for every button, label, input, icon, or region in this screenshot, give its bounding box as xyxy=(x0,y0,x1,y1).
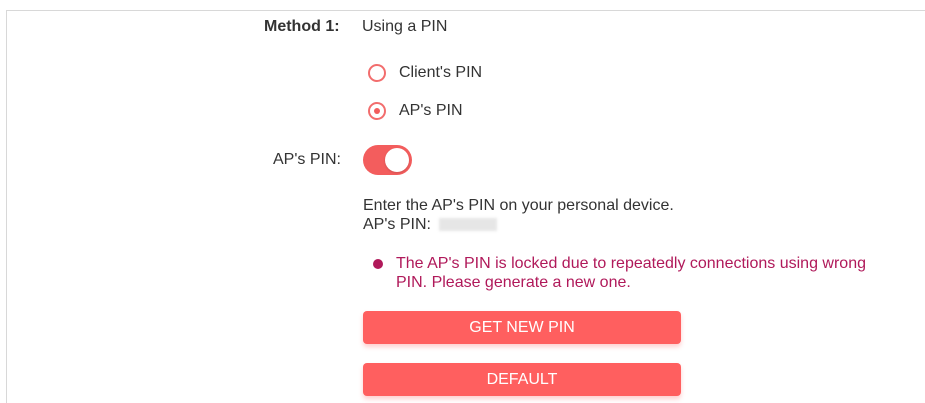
get-new-pin-button[interactable]: GET NEW PIN xyxy=(363,311,681,344)
method-label: Method 1: xyxy=(264,18,340,35)
default-button[interactable]: DEFAULT xyxy=(363,363,681,396)
radio-button-icon[interactable] xyxy=(368,64,386,82)
method-value: Using a PIN xyxy=(362,18,448,35)
radio-ap-pin-label: AP's PIN xyxy=(399,102,463,119)
ap-pin-toggle-label: AP's PIN: xyxy=(273,151,341,168)
wps-pin-settings-panel: Method 1: Using a PIN Client's PIN AP's … xyxy=(0,0,925,403)
radio-ap-pin[interactable]: AP's PIN xyxy=(368,99,463,123)
ap-pin-display: AP's PIN: xyxy=(363,215,497,234)
toggle-switch-icon xyxy=(385,148,409,172)
ap-pin-display-label: AP's PIN: xyxy=(363,216,431,233)
ap-pin-instruction: Enter the AP's PIN on your personal devi… xyxy=(363,197,674,214)
blurred-pin-value xyxy=(438,218,497,231)
warning-dot-icon xyxy=(373,259,383,269)
radio-button-selected-icon[interactable] xyxy=(368,102,386,120)
panel-top-divider xyxy=(6,10,925,11)
panel-left-divider xyxy=(6,10,7,403)
ap-pin-toggle[interactable] xyxy=(363,145,412,175)
radio-client-pin-label: Client's PIN xyxy=(399,64,483,81)
pin-locked-warning-text: The AP's PIN is locked due to repeatedly… xyxy=(396,255,866,291)
radio-client-pin[interactable]: Client's PIN xyxy=(368,61,482,85)
pin-locked-warning: The AP's PIN is locked due to repeatedly… xyxy=(373,254,893,292)
